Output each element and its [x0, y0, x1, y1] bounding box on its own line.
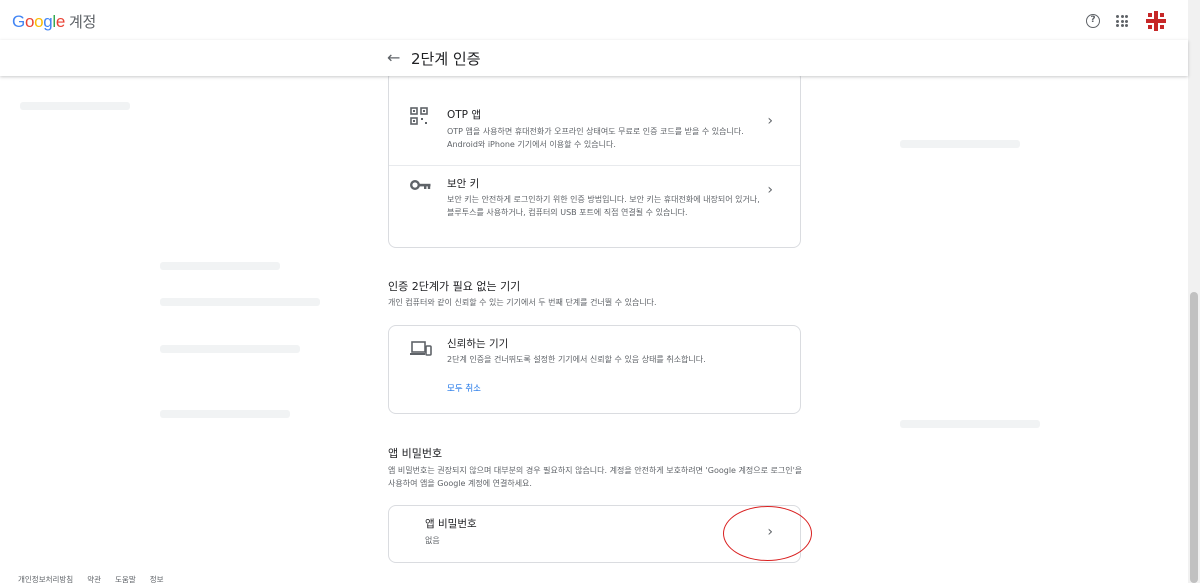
- footer: 개인정보처리방침 약관 도움말 정보: [18, 574, 164, 583]
- qr-code-icon: [410, 107, 428, 129]
- background-ghost: [160, 410, 290, 418]
- security-key-title: 보안 키: [447, 178, 480, 190]
- footer-link-terms[interactable]: 약관: [87, 574, 101, 583]
- trusted-devices-description: 2단계 인증을 건너뛰도록 설정한 기기에서 신뢰할 수 있음 상태를 취소합니…: [447, 355, 706, 364]
- account-label: 계정: [69, 14, 97, 31]
- methods-card: OTP 앱 OTP 앱을 사용하면 휴대전화가 오프라인 상태여도 무료로 인증…: [388, 70, 801, 248]
- trusted-section-description: 개인 컴퓨터와 같이 신뢰할 수 있는 기기에서 두 번째 단계를 건너뛸 수 …: [388, 298, 657, 307]
- sub-header: ← 2단계 인증: [0, 40, 1188, 76]
- top-bar: Google 계정 ?: [0, 0, 1188, 40]
- otp-app-title: OTP 앱: [447, 109, 482, 121]
- footer-link-help[interactable]: 도움말: [115, 574, 136, 583]
- chevron-right-icon: ›: [767, 182, 773, 198]
- footer-link-about[interactable]: 정보: [150, 574, 164, 583]
- chevron-right-icon: ›: [767, 113, 773, 129]
- app-password-card-title: 앱 비밀번호: [425, 518, 477, 530]
- help-icon[interactable]: ?: [1086, 14, 1100, 28]
- background-ghost: [20, 102, 130, 110]
- app-password-card-value: 없음: [425, 536, 440, 545]
- trusted-devices-title: 신뢰하는 기기: [447, 338, 509, 350]
- otp-app-description: OTP 앱을 사용하면 휴대전화가 오프라인 상태여도 무료로 인증 코드를 받…: [447, 127, 744, 149]
- google-account-logo[interactable]: Google 계정: [12, 11, 96, 32]
- scrollbar[interactable]: [1188, 0, 1200, 583]
- background-ghost: [160, 262, 280, 270]
- footer-link-privacy[interactable]: 개인정보처리방침: [18, 574, 73, 583]
- annotation-circle: [723, 506, 812, 561]
- otp-app-row[interactable]: OTP 앱 OTP 앱을 사용하면 휴대전화가 오프라인 상태여도 무료로 인증…: [389, 97, 800, 165]
- apps-grid-icon[interactable]: [1116, 15, 1128, 27]
- app-password-section-title: 앱 비밀번호: [388, 447, 443, 460]
- background-ghost: [900, 140, 1020, 148]
- scrollbar-thumb[interactable]: [1190, 292, 1198, 583]
- top-icons: ?: [1086, 9, 1168, 33]
- security-key-row[interactable]: 보안 키 보안 키는 안전하게 로그인하기 위한 인증 방법입니다. 보안 키는…: [389, 166, 800, 248]
- trusted-section-title: 인증 2단계가 필요 없는 기기: [388, 280, 521, 293]
- key-icon: [410, 177, 432, 196]
- devices-icon: [410, 340, 432, 362]
- page-title: 2단계 인증: [411, 50, 481, 68]
- arrow-back-icon[interactable]: ←: [387, 48, 400, 67]
- avatar[interactable]: [1144, 9, 1168, 33]
- trusted-devices-card: 신뢰하는 기기 2단계 인증을 건너뛰도록 설정한 기기에서 신뢰할 수 있음 …: [388, 325, 801, 414]
- page: Google 계정 ? ← 2단계 인증 OTP 앱 OTP 앱을 사용하면 휴…: [0, 0, 1200, 583]
- app-password-section-description: 앱 비밀번호는 권장되지 않으며 대부분의 경우 필요하지 않습니다. 계정을 …: [388, 466, 803, 488]
- security-key-description: 보안 키는 안전하게 로그인하기 위한 인증 방법입니다. 보안 키는 휴대전화…: [447, 195, 760, 217]
- revoke-all-link[interactable]: 모두 취소: [447, 382, 481, 394]
- background-ghost: [160, 298, 320, 306]
- background-ghost: [160, 345, 300, 353]
- background-ghost: [900, 420, 1040, 428]
